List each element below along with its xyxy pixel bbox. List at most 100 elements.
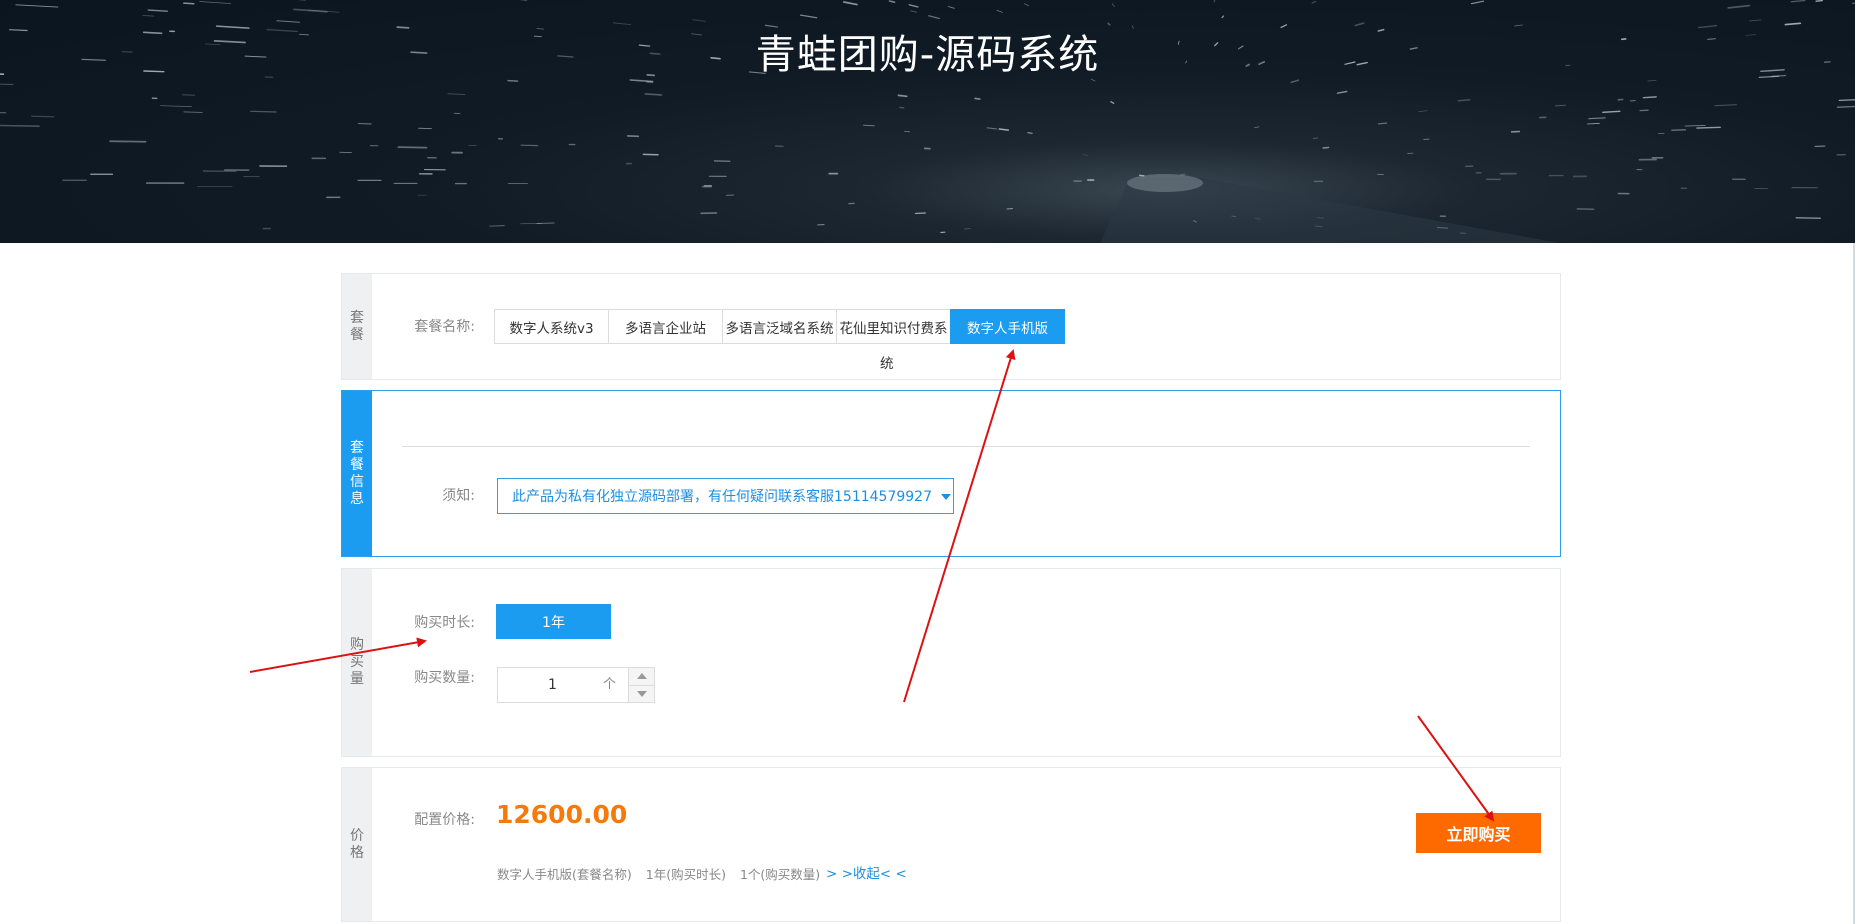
page-title: 青蛙团购-源码系统	[755, 32, 1100, 78]
star-streak	[1696, 126, 1721, 129]
star-streak	[1790, 0, 1806, 3]
star-streak	[0, 124, 40, 128]
star-streak	[897, 94, 908, 98]
star-streak	[862, 124, 875, 127]
star-streak	[1457, 98, 1471, 102]
star-streak	[998, 128, 1010, 131]
star-streak	[507, 79, 519, 82]
star-streak	[1749, 19, 1762, 22]
star-streak	[1647, 79, 1657, 82]
price-label: 配置价格:	[414, 812, 475, 828]
star-streak	[147, 9, 169, 12]
star-streak	[974, 97, 981, 100]
star-streak	[447, 93, 466, 95]
star-streak	[1110, 101, 1115, 104]
star-streak	[1111, 3, 1115, 7]
star-streak	[1024, 3, 1030, 7]
star-streak	[1180, 173, 1186, 176]
star-streak	[947, 6, 955, 9]
star-streak	[1221, 15, 1225, 19]
star-streak	[842, 1, 858, 6]
star-streak	[0, 83, 14, 86]
star-streak	[1027, 132, 1033, 134]
quantity-step-buttons	[628, 668, 654, 702]
collapse-link[interactable]: > >收起< <	[826, 862, 907, 882]
buy-now-button[interactable]: 立即购买	[1416, 813, 1541, 853]
star-streak	[1795, 217, 1821, 220]
star-streak	[31, 115, 55, 118]
package-name-label: 套餐名称:	[414, 319, 475, 335]
price-panel: 价格	[341, 767, 1561, 922]
star-streak	[1322, 146, 1330, 149]
star-streak	[1311, 1, 1317, 4]
summary-quantity: 1个(购买数量)	[739, 867, 821, 882]
package-tab-multilang-wildcard-domain[interactable]: 多语言泛域名系统	[722, 309, 837, 344]
star-streak	[1714, 104, 1737, 107]
quantity-decrement-button[interactable]	[629, 684, 654, 702]
star-streak	[1254, 126, 1260, 129]
star-streak	[1586, 122, 1600, 125]
package-tabs: 数字人系统v3 多语言企业站 多语言泛域名系统 花仙里知识付费系 数字人手机版	[494, 309, 1065, 344]
quantity-input[interactable]	[498, 668, 603, 702]
star-streak	[1470, 0, 1485, 5]
star-streak	[160, 105, 192, 107]
quantity-label: 购买数量:	[414, 670, 475, 686]
order-summary: 数字人手机版(套餐名称) 1年(购买时长) 1个(购买数量)	[497, 864, 830, 883]
package-tab-wrapped-text: 统	[880, 356, 894, 372]
star-streak	[1684, 124, 1706, 127]
star-streak	[183, 2, 195, 5]
quantity-stepper: 个	[497, 667, 655, 703]
duration-option-1-year[interactable]: 1年	[496, 604, 611, 639]
star-streak	[1815, 0, 1823, 2]
star-streak	[1727, 4, 1751, 9]
star-streak	[520, 222, 543, 225]
price-side-label: 价格	[342, 768, 372, 921]
package-info-side-label: 套餐信息	[342, 391, 372, 556]
star-streak	[1336, 90, 1348, 94]
star-streak	[1082, 154, 1089, 156]
star-streak	[1213, 0, 1216, 3]
summary-duration: 1年(购买时长)	[645, 867, 726, 882]
star-streak	[986, 127, 998, 130]
summary-package: 数字人手机版(套餐名称)	[497, 867, 632, 882]
purchase-side-label: 购买量	[342, 569, 372, 756]
star-streak	[1588, 117, 1606, 120]
header-banner: 青蛙团购-源码系统	[0, 0, 1855, 243]
package-info-panel: 套餐信息	[341, 390, 1561, 557]
caret-down-icon	[636, 690, 647, 697]
package-tab-digital-human-mobile[interactable]: 数字人手机版	[950, 309, 1065, 344]
notice-text: 此产品为私有化独立源码部署，有任何疑问联系客服15114579927	[512, 489, 932, 505]
chevron-down-icon	[940, 494, 951, 500]
star-streak	[1418, 110, 1428, 112]
star-streak	[15, 4, 59, 8]
star-streak	[1642, 96, 1657, 99]
caret-up-icon	[636, 673, 647, 680]
notice-dropdown[interactable]: 此产品为私有化独立源码部署，有任何疑问联系客服15114579927	[497, 478, 954, 514]
star-streak	[908, 4, 919, 8]
star-streak	[799, 14, 818, 19]
star-streak	[1554, 104, 1566, 107]
info-divider	[402, 446, 1530, 447]
package-tab-multilang-site[interactable]: 多语言企业站	[608, 309, 723, 344]
star-streak	[1838, 99, 1855, 102]
star-streak	[910, 10, 917, 13]
star-streak	[397, 146, 428, 149]
star-streak	[1312, 137, 1319, 139]
notice-label: 须知:	[442, 488, 475, 504]
price-value: 12600.00	[496, 800, 628, 829]
star-streak	[1602, 110, 1621, 113]
star-streak	[644, 93, 663, 96]
star-streak	[629, 79, 654, 83]
package-tab-digital-human-v3[interactable]: 数字人系统v3	[494, 309, 609, 344]
quantity-unit: 个	[603, 677, 617, 692]
duration-label: 购买时长:	[414, 615, 475, 631]
purchase-panel: 购买量	[341, 568, 1561, 757]
star-streak	[996, 9, 1003, 13]
star-streak	[250, 110, 277, 113]
package-tab-knowledge-payment[interactable]: 花仙里知识付费系	[836, 309, 951, 344]
star-streak	[109, 140, 147, 143]
star-streak	[888, 0, 896, 3]
quantity-increment-button[interactable]	[629, 668, 654, 685]
star-streak	[1671, 128, 1687, 131]
star-streak	[928, 15, 940, 20]
